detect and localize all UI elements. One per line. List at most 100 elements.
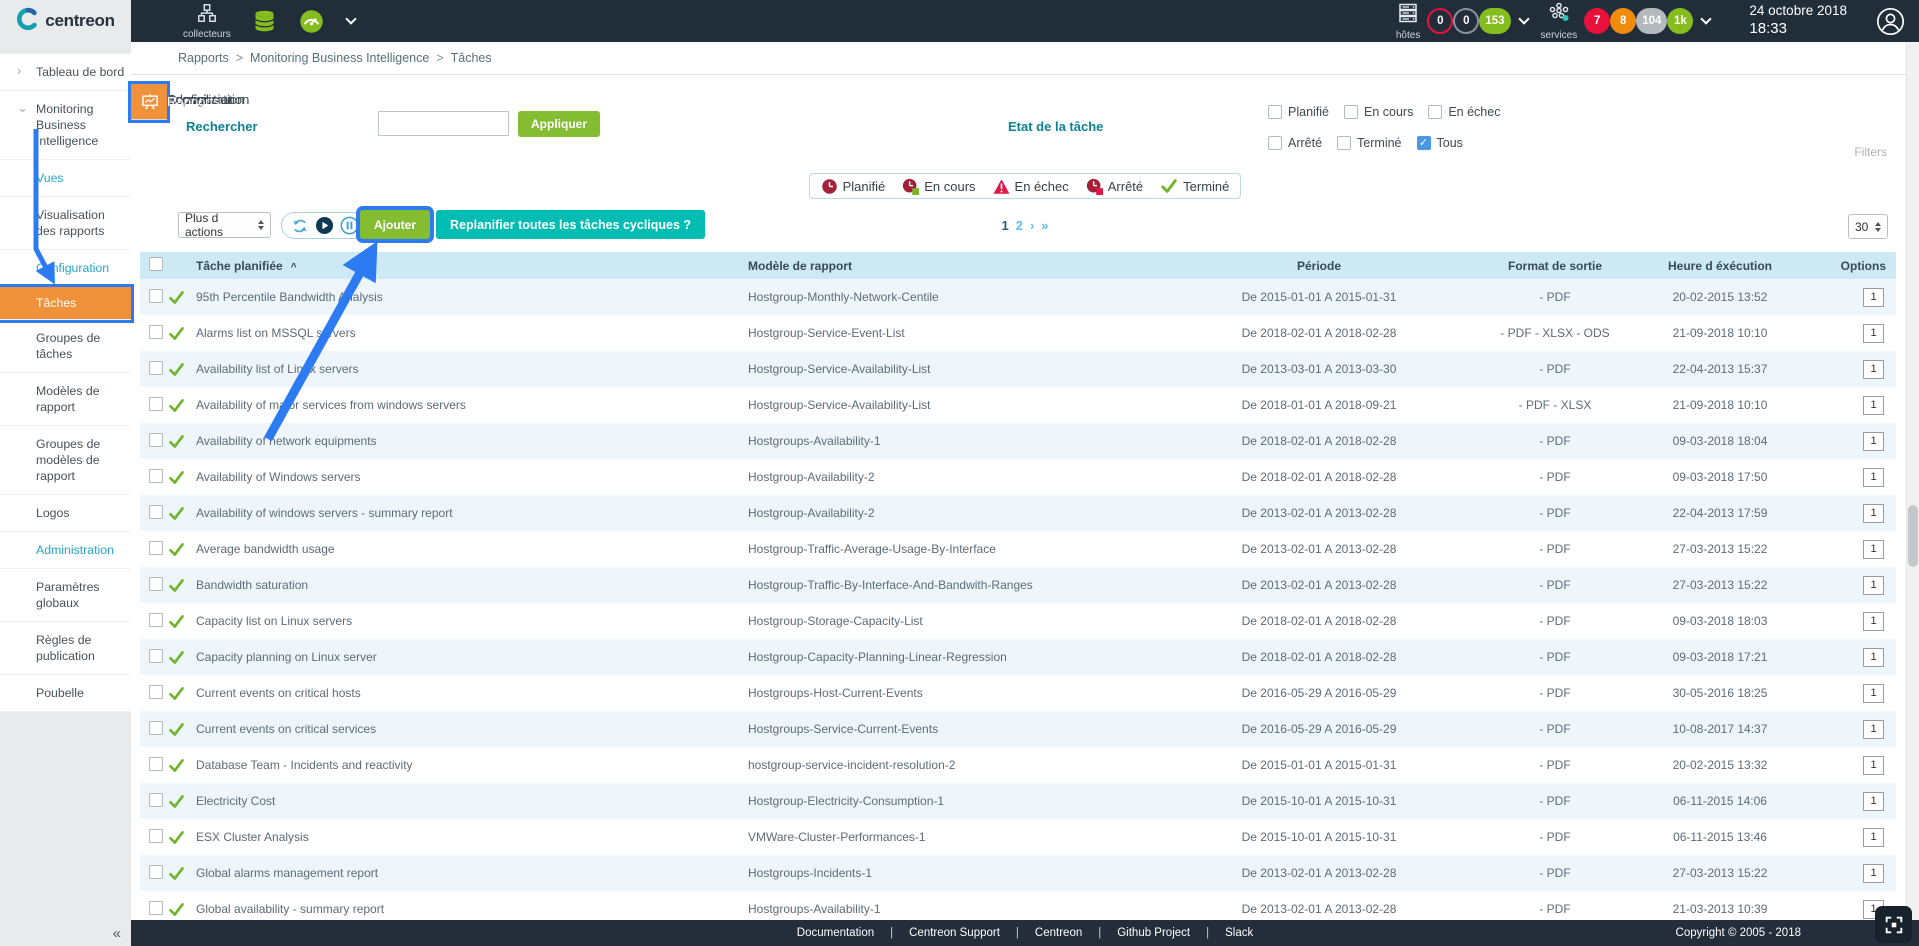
options-input[interactable]: 1: [1863, 360, 1884, 379]
sidebar-subitem[interactable]: Vues: [0, 160, 131, 197]
page-link[interactable]: »: [1041, 218, 1048, 233]
search-input[interactable]: [378, 111, 509, 136]
hosts-menu[interactable]: hôtes: [1396, 1, 1420, 41]
sidebar-item[interactable]: Rapports: [131, 84, 167, 120]
sidebar-subitem[interactable]: Modèles de rapport: [0, 373, 131, 426]
task-name[interactable]: ESX Cluster Analysis: [196, 830, 748, 844]
state-checkbox[interactable]: [1268, 105, 1282, 119]
footer-link[interactable]: Documentation: [797, 927, 909, 939]
sidebar-subitem[interactable]: Configuration: [0, 250, 131, 287]
state-checkbox[interactable]: [1428, 105, 1442, 119]
breadcrumb-link[interactable]: Monitoring Business Intelligence: [250, 51, 451, 65]
scrollbar-thumb[interactable]: [1908, 505, 1918, 567]
footer-link[interactable]: Centreon Support: [909, 927, 1035, 939]
sidebar-subitem[interactable]: ⌄ Monitoring Business Intelligence: [0, 91, 131, 160]
refresh-icon[interactable]: [291, 217, 309, 235]
add-button[interactable]: Ajouter: [360, 210, 430, 239]
column-header-period[interactable]: Période: [1178, 259, 1460, 273]
pollers-menu[interactable]: collecteurs: [183, 2, 231, 40]
per-page-select[interactable]: 30: [1848, 214, 1888, 239]
options-input[interactable]: 1: [1863, 864, 1884, 883]
column-header-time[interactable]: Heure d éxécution: [1650, 259, 1790, 273]
play-icon[interactable]: [315, 216, 334, 235]
fullscreen-toggle-button[interactable]: [1875, 906, 1912, 943]
sidebar-subitem[interactable]: Logos: [0, 495, 131, 532]
service-counter-badge[interactable]: 1k: [1667, 8, 1693, 34]
page-link[interactable]: 2: [1016, 218, 1023, 233]
state-checkbox[interactable]: [1337, 136, 1351, 150]
column-header-task[interactable]: Tâche planifiée^: [196, 259, 748, 273]
vertical-scrollbar[interactable]: [1906, 42, 1919, 920]
footer-link[interactable]: Github Project: [1117, 927, 1225, 939]
options-input[interactable]: 1: [1863, 648, 1884, 667]
sidebar-subitem[interactable]: › Tableau de bord: [0, 54, 131, 91]
host-counter-badge[interactable]: 153: [1479, 8, 1510, 34]
options-input[interactable]: 1: [1863, 576, 1884, 595]
task-name[interactable]: Global alarms management report: [196, 866, 748, 880]
sidebar-subitem[interactable]: Groupes de tâches: [0, 320, 131, 373]
row-checkbox[interactable]: [149, 793, 163, 807]
replan-cyclic-tasks-button[interactable]: Replanifier toutes les tâches cycliques …: [436, 210, 705, 239]
task-name[interactable]: Current events on critical services: [196, 722, 748, 736]
sidebar-subitem[interactable]: Règles de publication: [0, 622, 131, 675]
more-actions-select[interactable]: Plus d actions: [178, 212, 271, 238]
services-chevron-down-icon[interactable]: [1701, 13, 1712, 24]
row-checkbox[interactable]: [149, 757, 163, 771]
footer-link[interactable]: Slack: [1225, 927, 1253, 939]
host-counter-badge[interactable]: 0: [1453, 8, 1479, 34]
row-checkbox[interactable]: [149, 649, 163, 663]
row-checkbox[interactable]: [149, 469, 163, 483]
user-profile-icon[interactable]: [1876, 7, 1905, 36]
service-counter-badge[interactable]: 8: [1610, 8, 1636, 34]
options-input[interactable]: 1: [1863, 792, 1884, 811]
page-link[interactable]: ›: [1030, 218, 1034, 233]
column-header-format[interactable]: Format de sortie: [1460, 259, 1650, 273]
task-name[interactable]: Availability of windows servers - summar…: [196, 506, 748, 520]
state-checkbox[interactable]: [1344, 105, 1358, 119]
options-input[interactable]: 1: [1863, 396, 1884, 415]
options-input[interactable]: 1: [1863, 612, 1884, 631]
options-input[interactable]: 1: [1863, 504, 1884, 523]
options-input[interactable]: 1: [1863, 288, 1884, 307]
centreon-logo[interactable]: centreon: [0, 0, 131, 42]
task-name[interactable]: 95th Percentile Bandwidth Analysis: [196, 290, 748, 304]
task-name[interactable]: Availability list of Linux servers: [196, 362, 748, 376]
state-checkbox[interactable]: [1268, 136, 1282, 150]
page-link[interactable]: 1: [1001, 218, 1008, 233]
state-checkbox[interactable]: [1417, 136, 1431, 150]
row-checkbox[interactable]: [149, 865, 163, 879]
task-name[interactable]: Availability of major services from wind…: [196, 398, 748, 412]
footer-link[interactable]: Centreon: [1035, 927, 1117, 939]
row-checkbox[interactable]: [149, 577, 163, 591]
services-menu[interactable]: services: [1541, 1, 1578, 41]
task-name[interactable]: Capacity list on Linux servers: [196, 614, 748, 628]
hosts-chevron-down-icon[interactable]: [1518, 13, 1529, 24]
options-input[interactable]: 1: [1863, 684, 1884, 703]
row-checkbox[interactable]: [149, 397, 163, 411]
sidebar-subitem[interactable]: Paramètres globaux: [0, 569, 131, 622]
options-input[interactable]: 1: [1863, 828, 1884, 847]
task-name[interactable]: Bandwidth saturation: [196, 578, 748, 592]
sidebar-subitem[interactable]: Poubelle: [0, 675, 131, 712]
row-checkbox[interactable]: [149, 505, 163, 519]
task-name[interactable]: Availability of Windows servers: [196, 470, 748, 484]
breadcrumb-link[interactable]: Rapports: [178, 51, 250, 65]
options-input[interactable]: 1: [1863, 432, 1884, 451]
task-name[interactable]: Capacity planning on Linux server: [196, 650, 748, 664]
task-name[interactable]: Alarms list on MSSQL servers: [196, 326, 748, 340]
task-name[interactable]: Average bandwidth usage: [196, 542, 748, 556]
breadcrumb-link[interactable]: Tâches: [451, 51, 492, 65]
task-name[interactable]: Electricity Cost: [196, 794, 748, 808]
sidebar-subitem[interactable]: Administration: [0, 532, 131, 569]
row-checkbox[interactable]: [149, 325, 163, 339]
row-checkbox[interactable]: [149, 829, 163, 843]
pause-icon[interactable]: [340, 216, 359, 235]
row-checkbox[interactable]: [149, 685, 163, 699]
row-checkbox[interactable]: [149, 433, 163, 447]
options-input[interactable]: 1: [1863, 468, 1884, 487]
options-input[interactable]: 1: [1863, 324, 1884, 343]
row-checkbox[interactable]: [149, 361, 163, 375]
service-counter-badge[interactable]: 7: [1584, 8, 1610, 34]
row-checkbox[interactable]: [149, 541, 163, 555]
task-name[interactable]: Current events on critical hosts: [196, 686, 748, 700]
